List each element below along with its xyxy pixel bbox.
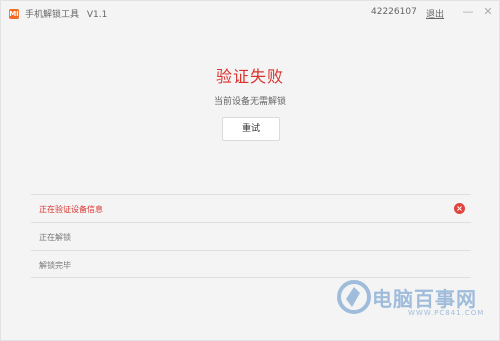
minimize-icon[interactable]: — xyxy=(461,5,475,19)
step-list: 正在验证设备信息 × 正在解锁 解锁完毕 xyxy=(31,194,471,278)
app-window: MI 手机解锁工具 V1.1 42226107 退出 — ✕ 验证失败 当前设备… xyxy=(0,0,500,341)
step-label: 正在解锁 xyxy=(39,233,71,242)
watermark-logo-icon xyxy=(337,280,371,314)
step-unlocking: 正在解锁 xyxy=(31,222,471,250)
logout-link[interactable]: 退出 xyxy=(426,7,444,20)
step-verify-device: 正在验证设备信息 × xyxy=(31,194,471,222)
error-icon: × xyxy=(454,203,465,214)
retry-button[interactable]: 重试 xyxy=(222,117,280,141)
app-version: V1.1 xyxy=(86,10,108,20)
step-label: 正在验证设备信息 xyxy=(39,205,103,214)
step-label: 解锁完毕 xyxy=(39,261,71,270)
watermark: 电脑百事网 WWW.PC841.COM xyxy=(336,279,496,329)
status-description: 当前设备无需解锁 xyxy=(213,97,286,107)
close-icon[interactable]: ✕ xyxy=(481,5,495,19)
step-unlock-complete: 解锁完毕 xyxy=(31,250,471,278)
title-bar: MI 手机解锁工具 V1.1 42226107 退出 — ✕ xyxy=(1,1,499,27)
mi-logo-icon: MI xyxy=(9,9,19,19)
app-title: 手机解锁工具 V1.1 xyxy=(25,7,107,20)
account-id: 42226107 xyxy=(371,7,417,17)
status-title: 验证失败 xyxy=(215,67,284,86)
app-name: 手机解锁工具 xyxy=(25,10,80,20)
watermark-subtext: WWW.PC841.COM xyxy=(408,309,485,317)
watermark-text: 电脑百事网 xyxy=(372,287,477,311)
